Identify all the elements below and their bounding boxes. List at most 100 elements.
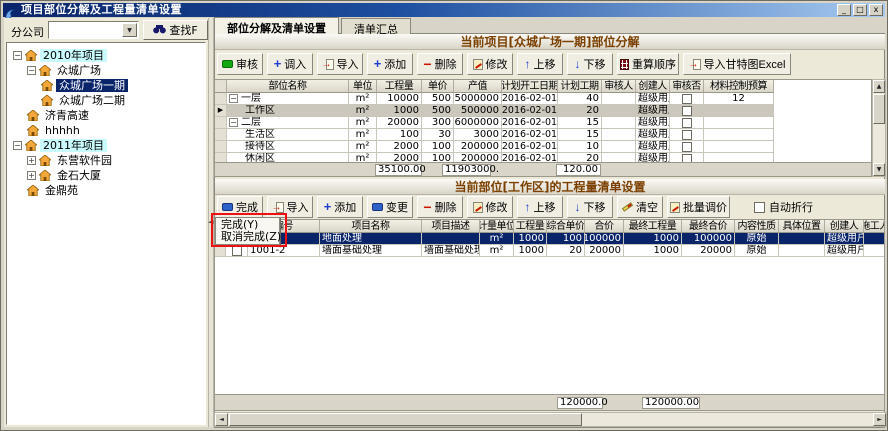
collapse-minus-icon[interactable]: − [229,118,238,127]
table-row[interactable]: 生活区m²1003030002016-02-0115超级用户 [215,129,871,141]
panel1-button-modify[interactable]: 修改 [467,53,513,75]
tree-item-label: hhhhh [42,124,83,137]
scroll-thumb[interactable] [229,413,582,426]
table-row[interactable]: 地面处理m²10001001000001000100000原始超级用户 [215,233,884,245]
cell-duration: 10 [558,141,602,153]
maximize-button[interactable]: □ [853,4,867,16]
tree-item-project-2011[interactable]: −2011年项目 [7,138,205,153]
collapse-minus-icon[interactable]: − [229,94,238,103]
tree-item-project-2010[interactable]: −2010年项目 [7,48,205,63]
tree-item-jinding-garden[interactable]: 金鼎苑 [7,183,205,198]
house-icon [25,140,37,151]
panel2-button-move-up[interactable]: ↑上移 [517,196,563,218]
tree-item-jiqing-highway[interactable]: 济青高速 [7,108,205,123]
column-header[interactable]: 工程量 [514,220,547,233]
menu-item-cancel-complete[interactable]: 取消完成(Z) [217,231,278,243]
table-row[interactable]: 1001-2墙面基础处理墙面基础处理m²10002020000100020000… [215,245,884,257]
audit-checkbox[interactable] [682,130,692,140]
chevron-down-icon[interactable]: ▼ [122,23,137,37]
tree-item-hhhhh[interactable]: hhhhh [7,123,205,138]
audit-checkbox[interactable] [682,106,692,116]
column-header[interactable]: 项目描述 [422,220,480,233]
column-header[interactable]: 审核人 [602,80,636,93]
column-header[interactable]: 项目名称 [320,220,422,233]
column-header[interactable]: 工程量 [377,80,422,93]
panel2-button-complete[interactable]: 完成 [217,196,263,218]
collapse-minus-icon[interactable]: − [13,51,22,60]
cell-final_qty: 1000 [624,233,682,245]
column-header[interactable]: 合价 [585,220,624,233]
column-header[interactable]: 最终合价 [682,220,735,233]
panel2-button-change[interactable]: 变更 [367,196,413,218]
panel2-button-add[interactable]: +添加 [317,196,363,218]
panel1-button-load-in[interactable]: +调入 [267,53,313,75]
scroll-down-icon[interactable]: ▼ [873,163,885,176]
row-indicator [215,117,227,129]
table-row[interactable]: −一层m²1000050050000002016-02-0140超级用户12 [215,93,871,105]
part-table-vscrollbar[interactable]: ▲ ▼ [872,79,886,177]
column-header[interactable]: 具体位置 [779,220,825,233]
scroll-right-icon[interactable]: ► [873,413,886,426]
tab-part-decompose[interactable]: 部位分解及清单设置 [214,17,339,34]
table-row[interactable]: −二层m²2000030060000002016-02-0115超级用户 [215,117,871,129]
column-header[interactable]: 产值 [454,80,502,93]
blue-square-icon [372,203,383,211]
tree-item-zhongcheng-plaza-phase2[interactable]: 众城广场二期 [7,93,205,108]
close-button[interactable]: x [869,4,883,16]
column-header[interactable]: 施工人 [864,220,885,233]
panel2-button-delete[interactable]: −删除 [417,196,463,218]
column-header[interactable]: 计划工期 [558,80,602,93]
tree-item-zhongcheng-plaza[interactable]: −众城广场 [7,63,205,78]
panel2-button-batch-reprice[interactable]: 批量调价 [667,196,730,218]
panel1-button-import-gantt-excel[interactable]: →导入甘特图Excel [683,53,791,75]
tree-item-jinshi-tower[interactable]: +金石大厦 [7,168,205,183]
column-header[interactable]: 创建人 [636,80,670,93]
panel1-button-audit[interactable]: 审核 [217,53,263,75]
expand-plus-icon[interactable]: + [27,156,36,165]
table-row[interactable]: ▶工作区m²10005005000002016-02-0120超级用户 [215,105,871,117]
column-header[interactable]: 内容性质 [735,220,779,233]
tree-item-dongying-software-park[interactable]: +东营软件园 [7,153,205,168]
audit-checkbox[interactable] [682,94,692,104]
panel2-button-move-down[interactable]: ↓下移 [567,196,613,218]
boq-table-hscrollbar[interactable]: ◄ ► [214,412,887,427]
minimize-button[interactable]: _ [837,4,851,16]
column-header[interactable]: 综合单价 [547,220,585,233]
column-header[interactable]: 材料控制预算 [704,80,774,93]
table-row[interactable]: 休闲区m²20001002000002016-02-0120超级用户 [215,153,871,163]
collapse-minus-icon[interactable]: − [13,141,22,150]
column-header[interactable]: 计量单位 [480,220,514,233]
panel2-button-import[interactable]: →导入 [267,196,313,218]
panel1-button-move-up[interactable]: ↑上移 [517,53,563,75]
tab-list-summary[interactable]: 清单汇总 [341,18,411,34]
column-header[interactable]: 单位 [349,80,377,93]
cell-duration: 40 [558,93,602,105]
column-header[interactable]: 单价 [422,80,454,93]
audit-checkbox[interactable] [682,154,692,164]
expand-plus-icon[interactable]: + [27,171,36,180]
autowrap-checkbox[interactable] [754,202,765,213]
panel1-button-move-down[interactable]: ↓下移 [567,53,613,75]
panel1-button-recalc-order[interactable]: 重算顺序 [617,53,679,75]
complete-checkbox[interactable] [232,246,242,256]
scroll-left-icon[interactable]: ◄ [215,413,228,426]
collapse-minus-icon[interactable]: − [27,66,36,75]
tree-item-zhongcheng-plaza-phase1[interactable]: 众城广场一期 [7,78,205,93]
column-header[interactable]: 最终工程量 [624,220,682,233]
find-button[interactable]: 查找F [143,20,208,40]
scroll-thumb[interactable] [873,94,885,124]
panel1-button-import[interactable]: →导入 [317,53,363,75]
audit-checkbox[interactable] [682,118,692,128]
table-row[interactable]: 接待区m²20001002000002016-02-0110超级用户 [215,141,871,153]
panel2-button-modify[interactable]: 修改 [467,196,513,218]
company-combobox[interactable]: ▼ [48,21,139,39]
panel1-button-add[interactable]: +添加 [367,53,413,75]
audit-checkbox[interactable] [682,142,692,152]
column-header[interactable]: 计划开工日期 [502,80,558,93]
column-header[interactable]: 审核否 [670,80,704,93]
panel2-button-clear[interactable]: 清空 [617,196,663,218]
column-header[interactable]: 创建人 [825,220,864,233]
panel1-button-delete[interactable]: −删除 [417,53,463,75]
column-header[interactable]: 部位名称 [227,80,349,93]
scroll-up-icon[interactable]: ▲ [873,80,885,93]
